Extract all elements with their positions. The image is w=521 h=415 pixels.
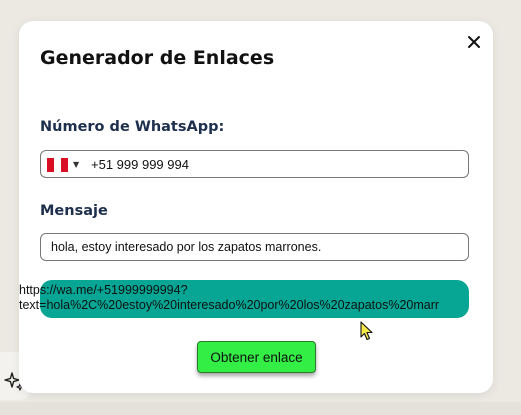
get-link-button[interactable]: Obtener enlace <box>197 341 316 373</box>
peru-flag-icon <box>47 158 68 172</box>
country-select[interactable]: ▼ <box>47 158 83 172</box>
message-label: Mensaje <box>40 203 108 219</box>
phone-input[interactable] <box>91 153 461 175</box>
mouse-cursor-icon <box>360 321 373 341</box>
phone-field[interactable]: ▼ <box>40 150 469 178</box>
generated-link-line2: text=hola%2C%20estoy%20interesado%20por%… <box>19 298 440 312</box>
bottom-strip <box>0 402 521 415</box>
phone-label: Número de WhatsApp: <box>40 119 225 135</box>
chevron-down-icon: ▼ <box>73 160 80 169</box>
generated-link-text[interactable]: https://wa.me/+51999999994? text=hola%2C… <box>19 283 493 313</box>
close-icon[interactable] <box>463 31 485 53</box>
generated-link-line1: https://wa.me/+51999999994? <box>19 283 188 297</box>
dialog-title: Generador de Enlaces <box>40 47 275 69</box>
link-generator-dialog: Generador de Enlaces Número de WhatsApp:… <box>19 21 493 393</box>
message-input[interactable] <box>40 233 469 261</box>
